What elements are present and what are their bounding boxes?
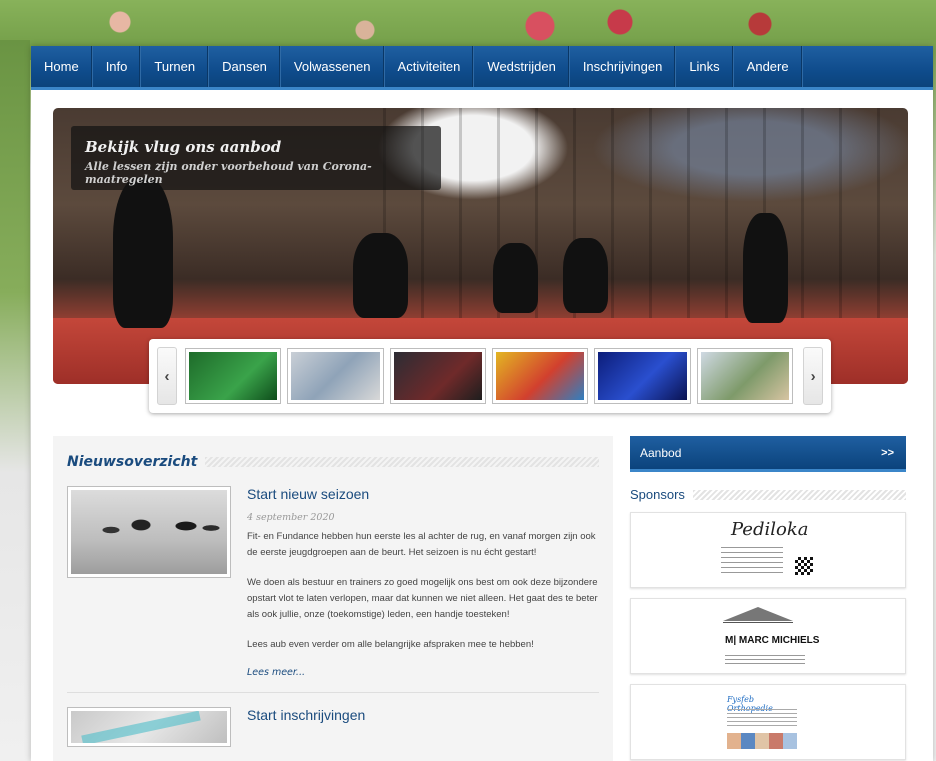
slide-caption-subtitle: Alle lessen zijn onder voorbehoud van Co…: [85, 160, 372, 186]
house-roof-icon: [723, 607, 793, 623]
slide-dancer-figure: [563, 238, 608, 313]
news-heading-title: Nieuwsoverzicht: [67, 454, 198, 470]
slide-caption-title: Bekijk vlug ons aanbod: [85, 138, 282, 156]
article-text: Fit- en Fundance hebben hun eerste les a…: [247, 529, 599, 653]
chevron-left-icon: ‹: [164, 367, 170, 385]
slider-background-wall: [383, 108, 908, 323]
read-more-link[interactable]: Lees meer...: [247, 667, 599, 678]
double-chevron-right-icon: >>: [881, 446, 894, 459]
article-paragraph: We doen als bestuur en trainers zo goed …: [247, 577, 598, 620]
news-heading: Nieuwsoverzicht: [67, 454, 599, 470]
thumbnail-prev-button[interactable]: ‹: [157, 347, 177, 405]
qr-code-icon: [795, 557, 813, 575]
aanbod-label: Aanbod: [640, 445, 682, 460]
article-image[interactable]: [67, 707, 231, 747]
aanbod-button[interactable]: Aanbod >>: [630, 436, 906, 472]
news-article: Start inschrijvingen: [67, 707, 599, 747]
slide-thumbnail[interactable]: [696, 348, 794, 404]
slide-dancer-figure: [353, 233, 408, 318]
article-title-link[interactable]: Start nieuw seizoen: [247, 486, 599, 502]
nav-item-inschrijvingen[interactable]: Inschrijvingen: [570, 46, 677, 87]
nav-item-links[interactable]: Links: [676, 46, 734, 87]
article-date: 4 september 2020: [247, 512, 335, 523]
article-image[interactable]: [67, 486, 231, 578]
slide-thumbnail[interactable]: [389, 348, 486, 404]
slide-dancer-figure: [113, 178, 173, 328]
slide-dancer-figure: [743, 213, 788, 323]
nav-item-home[interactable]: Home: [31, 46, 93, 87]
slide-thumbnail[interactable]: [287, 348, 384, 404]
sponsor-logo: Pediloka: [713, 519, 823, 581]
sponsors-heading: Sponsors: [630, 487, 906, 502]
heading-stripes: [205, 457, 599, 467]
article-divider: [67, 692, 599, 693]
nav-item-wedstrijden[interactable]: Wedstrijden: [474, 46, 570, 87]
slide-caption[interactable]: Bekijk vlug ons aanbod Alle lessen zijn …: [71, 126, 441, 190]
nav-item-andere[interactable]: Andere: [734, 46, 803, 87]
chevron-right-icon: ›: [810, 367, 816, 385]
sponsor-pediloka[interactable]: Pediloka: [630, 512, 906, 588]
main-nav: Home Info Turnen Dansen Volwassenen Acti…: [31, 46, 933, 90]
article-paragraph: Lees aub even verder om alle belangrijke…: [247, 639, 534, 650]
thumbnail-strip: ‹ ›: [149, 339, 831, 413]
nav-item-dansen[interactable]: Dansen: [209, 46, 281, 87]
slide-dancer-figure: [493, 243, 538, 313]
page-container: Home Info Turnen Dansen Volwassenen Acti…: [31, 46, 933, 761]
news-article: Start nieuw seizoen 4 september 2020 Fit…: [67, 486, 599, 678]
article-paragraph: Fit- en Fundance hebben hun eerste les a…: [247, 531, 596, 558]
sidebar: Aanbod >> Sponsors Pediloka M| MARC MICH…: [630, 436, 906, 760]
nav-item-info[interactable]: Info: [93, 46, 142, 87]
slide-thumbnail[interactable]: [492, 348, 589, 404]
slide-thumbnail[interactable]: [594, 348, 691, 404]
sponsor-marc-michiels[interactable]: M| MARC MICHIELS: [630, 598, 906, 674]
heading-stripes: [692, 489, 906, 500]
sponsor-logo: M| MARC MICHIELS: [713, 605, 823, 667]
background-left: [0, 40, 30, 761]
sponsor-logo: Fysfeb Orthopedie: [713, 691, 823, 753]
thumbnail-next-button[interactable]: ›: [803, 347, 823, 405]
nav-item-volwassenen[interactable]: Volwassenen: [281, 46, 385, 87]
article-title-link[interactable]: Start inschrijvingen: [247, 707, 599, 723]
sponsors-heading-title: Sponsors: [630, 487, 685, 502]
slide-thumbnail[interactable]: [184, 348, 282, 404]
sponsor-orthopedie[interactable]: Fysfeb Orthopedie: [630, 684, 906, 760]
news-overview: Nieuwsoverzicht Start nieuw seizoen 4 se…: [53, 436, 613, 761]
nav-item-activiteiten[interactable]: Activiteiten: [385, 46, 475, 87]
nav-item-turnen[interactable]: Turnen: [141, 46, 210, 87]
